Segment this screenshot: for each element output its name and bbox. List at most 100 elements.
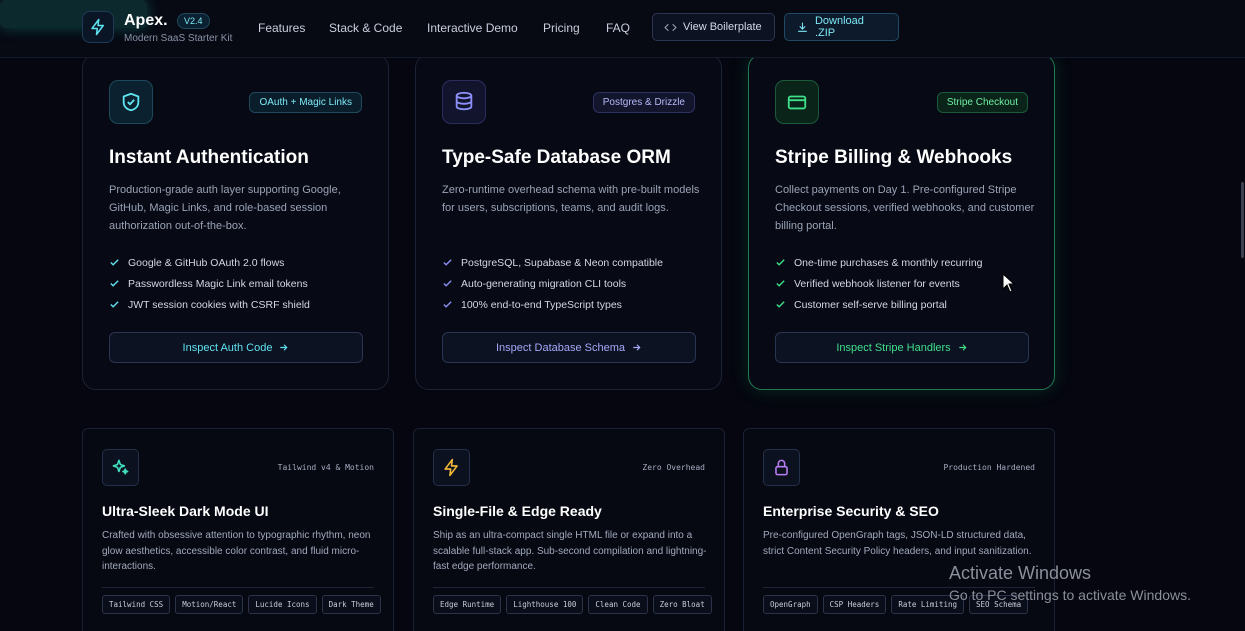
feature-card-database: Postgres & Drizzle Type-Safe Database OR… (415, 54, 722, 390)
card-description: Zero-runtime overhead schema with pre-bu… (442, 184, 700, 214)
code-icon (664, 23, 677, 31)
list-item: Google & GitHub OAuth 2.0 flows (109, 252, 310, 273)
download-icon (798, 22, 807, 32)
inspect-stripe-label: Inspect Stripe Handlers (836, 341, 951, 354)
card-meta: Tailwind v4 & Motion (277, 463, 374, 472)
card-title: Type-Safe Database ORM (442, 147, 671, 168)
feature-text: Passwordless Magic Link email tokens (128, 277, 308, 290)
card-title: Stripe Billing & Webhooks (775, 147, 1013, 168)
feature-card-auth: OAuth + Magic Links Instant Authenticati… (82, 54, 389, 390)
list-item: Customer self-serve billing portal (775, 294, 983, 315)
tag: Lucide Icons (248, 595, 317, 614)
credit-card-icon (775, 80, 819, 124)
divider (102, 587, 374, 588)
nav-link-stack-code[interactable]: Stack & Code (329, 21, 402, 35)
download-zip-button[interactable]: Download .ZIP (784, 13, 899, 41)
check-icon (443, 280, 452, 287)
check-icon (443, 259, 452, 266)
tag: Dark Theme (321, 595, 381, 614)
feature-card-billing: Stripe Checkout Stripe Billing & Webhook… (748, 54, 1055, 390)
tag-list: Tailwind CSS Motion/React Lucide Icons D… (102, 595, 381, 614)
database-badge: Postgres & Drizzle (592, 92, 695, 113)
check-icon (110, 280, 119, 287)
list-item: One-time purchases & monthly recurring (775, 252, 983, 273)
tag: Zero Bloat (652, 595, 712, 614)
brand-name[interactable]: Apex. (124, 12, 168, 30)
nav-link-features[interactable]: Features (258, 21, 305, 35)
inspect-stripe-button[interactable]: Inspect Stripe Handlers (775, 332, 1029, 363)
page-scrollbar[interactable] (1241, 182, 1244, 258)
arrow-right-icon (280, 344, 288, 351)
list-item: Auto-generating migration CLI tools (442, 273, 663, 294)
inspect-auth-button[interactable]: Inspect Auth Code (109, 332, 363, 363)
feature-text: Verified webhook listener for events (794, 277, 960, 290)
download-zip-label: Download .ZIP (814, 15, 864, 39)
top-nav-bar: Apex. V2.4 Modern SaaS Starter Kit Featu… (0, 0, 1245, 58)
divider (433, 587, 705, 588)
tag: Clean Code (588, 595, 648, 614)
sparkles-icon (102, 449, 139, 486)
database-icon (442, 80, 486, 124)
list-item: JWT session cookies with CSRF shield (109, 294, 310, 315)
card-title: Enterprise Security & SEO (763, 503, 939, 519)
feature-card-edge: Zero Overhead Single-File & Edge Ready S… (413, 428, 725, 631)
list-item: 100% end-to-end TypeScript types (442, 294, 663, 315)
logo-icon[interactable] (82, 11, 114, 43)
mouse-cursor-icon (1002, 272, 1016, 298)
card-description: Pre-configured OpenGraph tags, JSON-LD s… (763, 530, 1032, 557)
tag: OpenGraph (763, 595, 818, 614)
card-title: Single-File & Edge Ready (433, 503, 602, 519)
check-icon (110, 259, 119, 266)
nav-link-pricing[interactable]: Pricing (543, 21, 580, 35)
card-description: Production-grade auth layer supporting G… (109, 184, 341, 232)
activate-windows-title: Activate Windows (949, 563, 1092, 583)
inspect-database-label: Inspect Database Schema (495, 341, 626, 354)
check-icon (110, 301, 119, 308)
feature-text: 100% end-to-end TypeScript types (461, 298, 622, 311)
inspect-auth-label: Inspect Auth Code (182, 341, 273, 354)
shield-check-icon (109, 80, 153, 124)
card-title: Ultra-Sleek Dark Mode UI (102, 503, 269, 519)
card-description: Crafted with obsessive attention to typo… (102, 530, 371, 572)
billing-badge: Stripe Checkout (936, 92, 1028, 113)
feature-text: Google & GitHub OAuth 2.0 flows (128, 256, 285, 269)
nav-link-interactive-demo[interactable]: Interactive Demo (427, 21, 518, 35)
feature-text: Auto-generating migration CLI tools (461, 277, 627, 290)
view-boilerplate-button[interactable]: View Boilerplate (652, 13, 775, 41)
feature-card-ui: Tailwind v4 & Motion Ultra-Sleek Dark Mo… (82, 428, 394, 631)
activate-windows-subtitle: Go to PC settings to activate Windows. (949, 587, 1191, 603)
card-meta: Zero Overhead (642, 463, 705, 472)
feature-list: Google & GitHub OAuth 2.0 flows Password… (109, 252, 310, 315)
check-icon (776, 280, 785, 287)
feature-text: Customer self-serve billing portal (794, 298, 947, 311)
check-icon (443, 301, 452, 308)
list-item: Verified webhook listener for events (775, 273, 983, 294)
tag: Tailwind CSS (102, 595, 171, 614)
arrow-right-icon (633, 344, 641, 351)
tag: CSP Headers (822, 595, 887, 614)
tag-list: Edge Runtime Lighthouse 100 Clean Code Z… (433, 595, 712, 614)
tag: Edge Runtime (433, 595, 502, 614)
card-meta: Production Hardened (943, 463, 1035, 472)
lock-icon (763, 449, 800, 486)
version-badge: V2.4 (177, 13, 210, 29)
auth-badge: OAuth + Magic Links (249, 92, 362, 113)
list-item: Passwordless Magic Link email tokens (109, 273, 310, 294)
lightning-icon (433, 449, 470, 486)
feature-text: JWT session cookies with CSRF shield (128, 298, 310, 311)
brand-tagline: Modern SaaS Starter Kit (124, 33, 233, 44)
card-description: Ship as an ultra-compact single HTML fil… (433, 530, 707, 572)
inspect-database-button[interactable]: Inspect Database Schema (442, 332, 696, 363)
tag: Motion/React (175, 595, 244, 614)
card-title: Instant Authentication (109, 147, 309, 168)
check-icon (776, 301, 785, 308)
view-boilerplate-label: View Boilerplate (683, 21, 762, 33)
arrow-right-icon (958, 344, 967, 351)
card-description: Collect payments on Day 1. Pre-configure… (775, 184, 1035, 232)
feature-list: PostgreSQL, Supabase & Neon compatible A… (442, 252, 663, 315)
tag: Lighthouse 100 (506, 595, 584, 614)
nav-link-faq[interactable]: FAQ (606, 21, 630, 35)
list-item: PostgreSQL, Supabase & Neon compatible (442, 252, 663, 273)
feature-text: PostgreSQL, Supabase & Neon compatible (461, 256, 663, 269)
check-icon (776, 259, 785, 266)
